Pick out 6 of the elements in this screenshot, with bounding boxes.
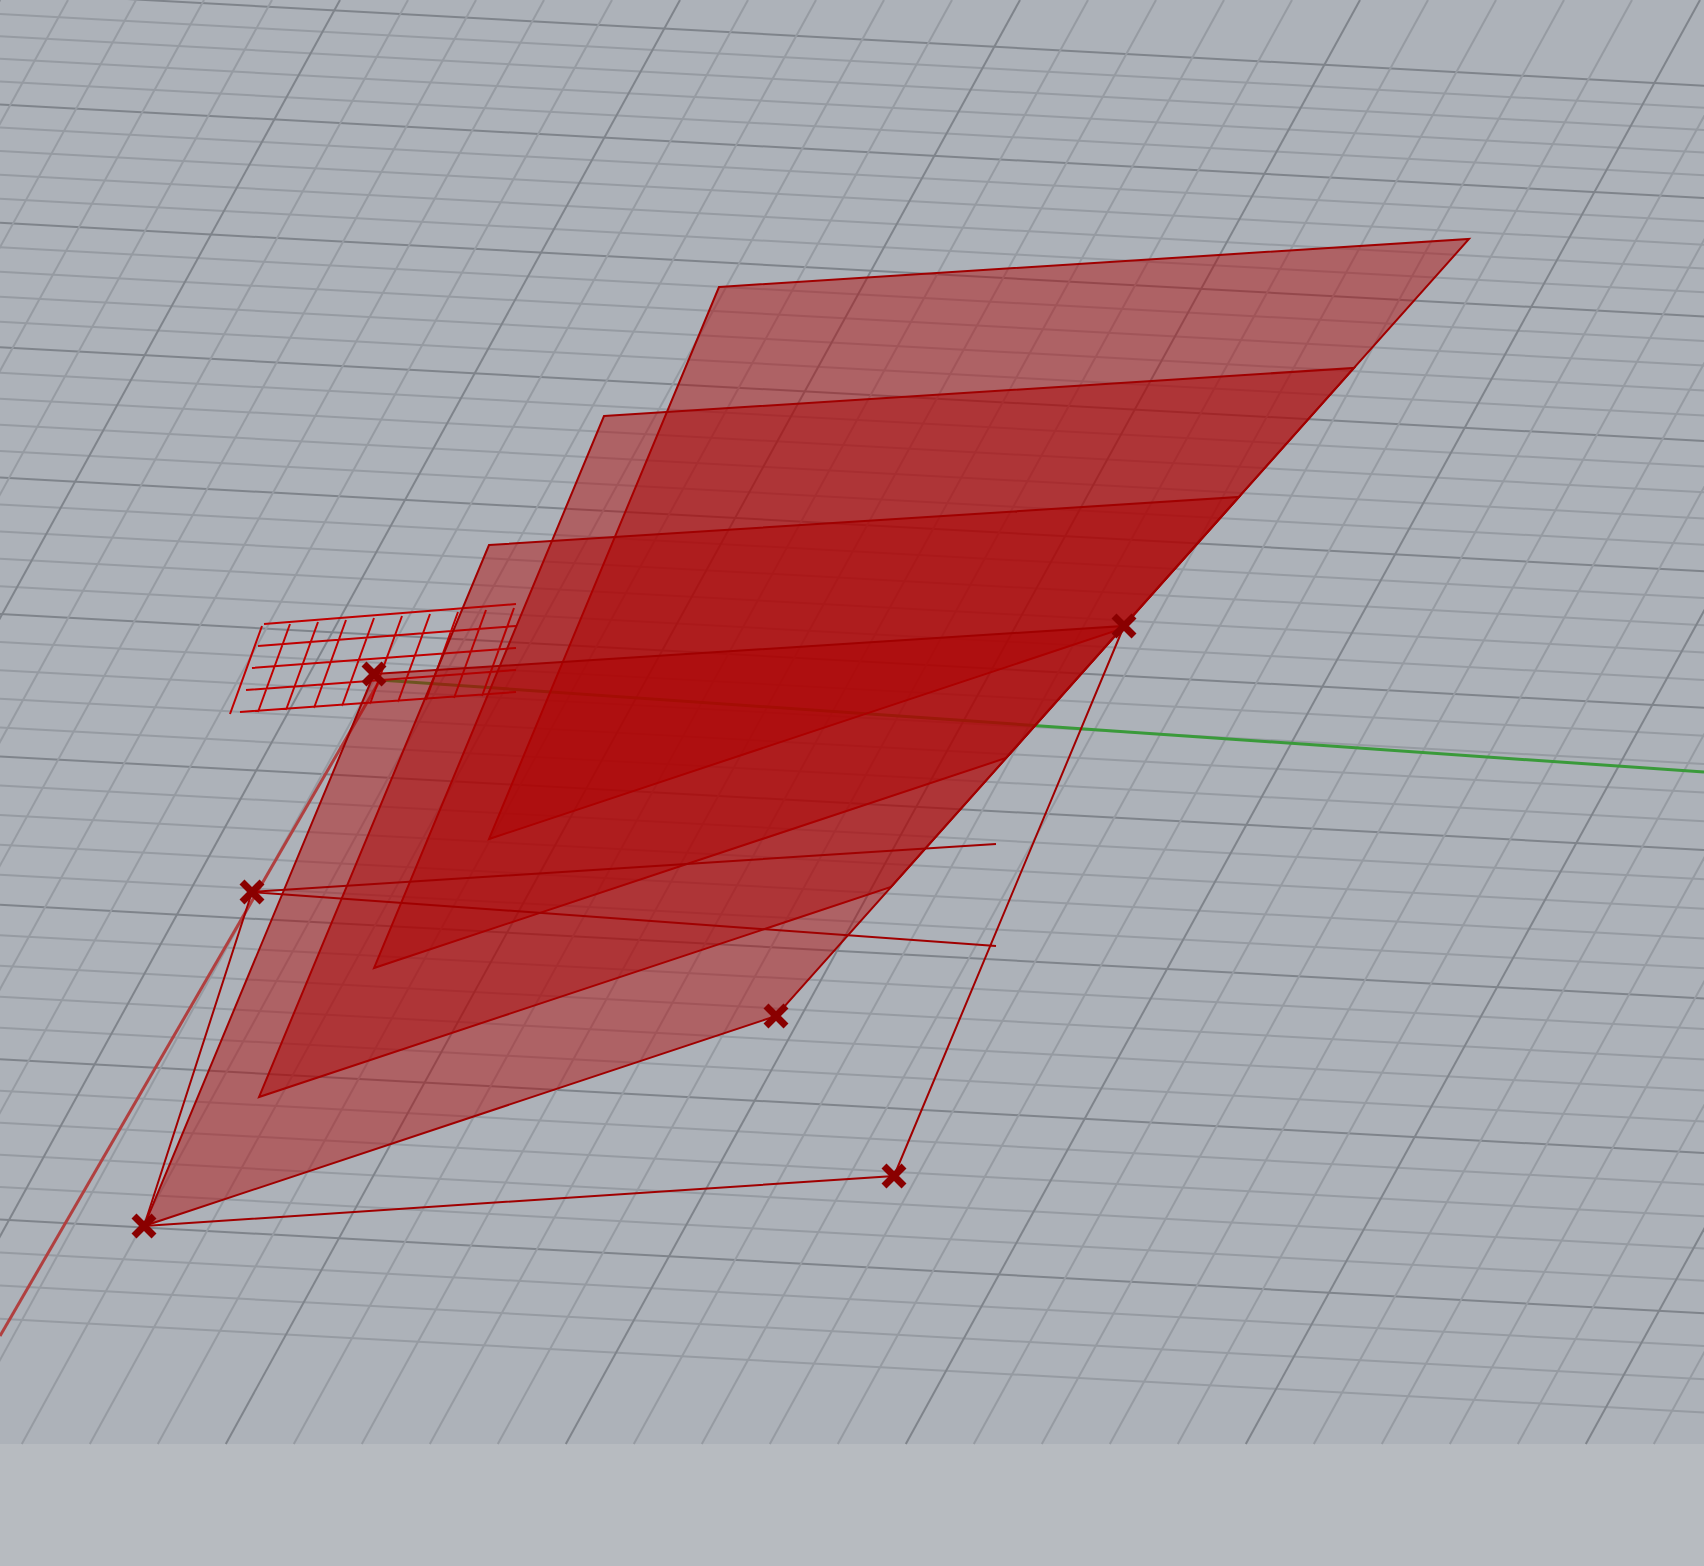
cross-marker-icon[interactable] [360,660,388,688]
cross-marker-icon[interactable] [238,878,266,906]
cross-marker-icon[interactable] [130,1212,158,1240]
cross-marker-icon[interactable] [1110,612,1138,640]
cross-marker-icon[interactable] [762,1002,790,1030]
cross-marker-icon[interactable] [880,1162,908,1190]
